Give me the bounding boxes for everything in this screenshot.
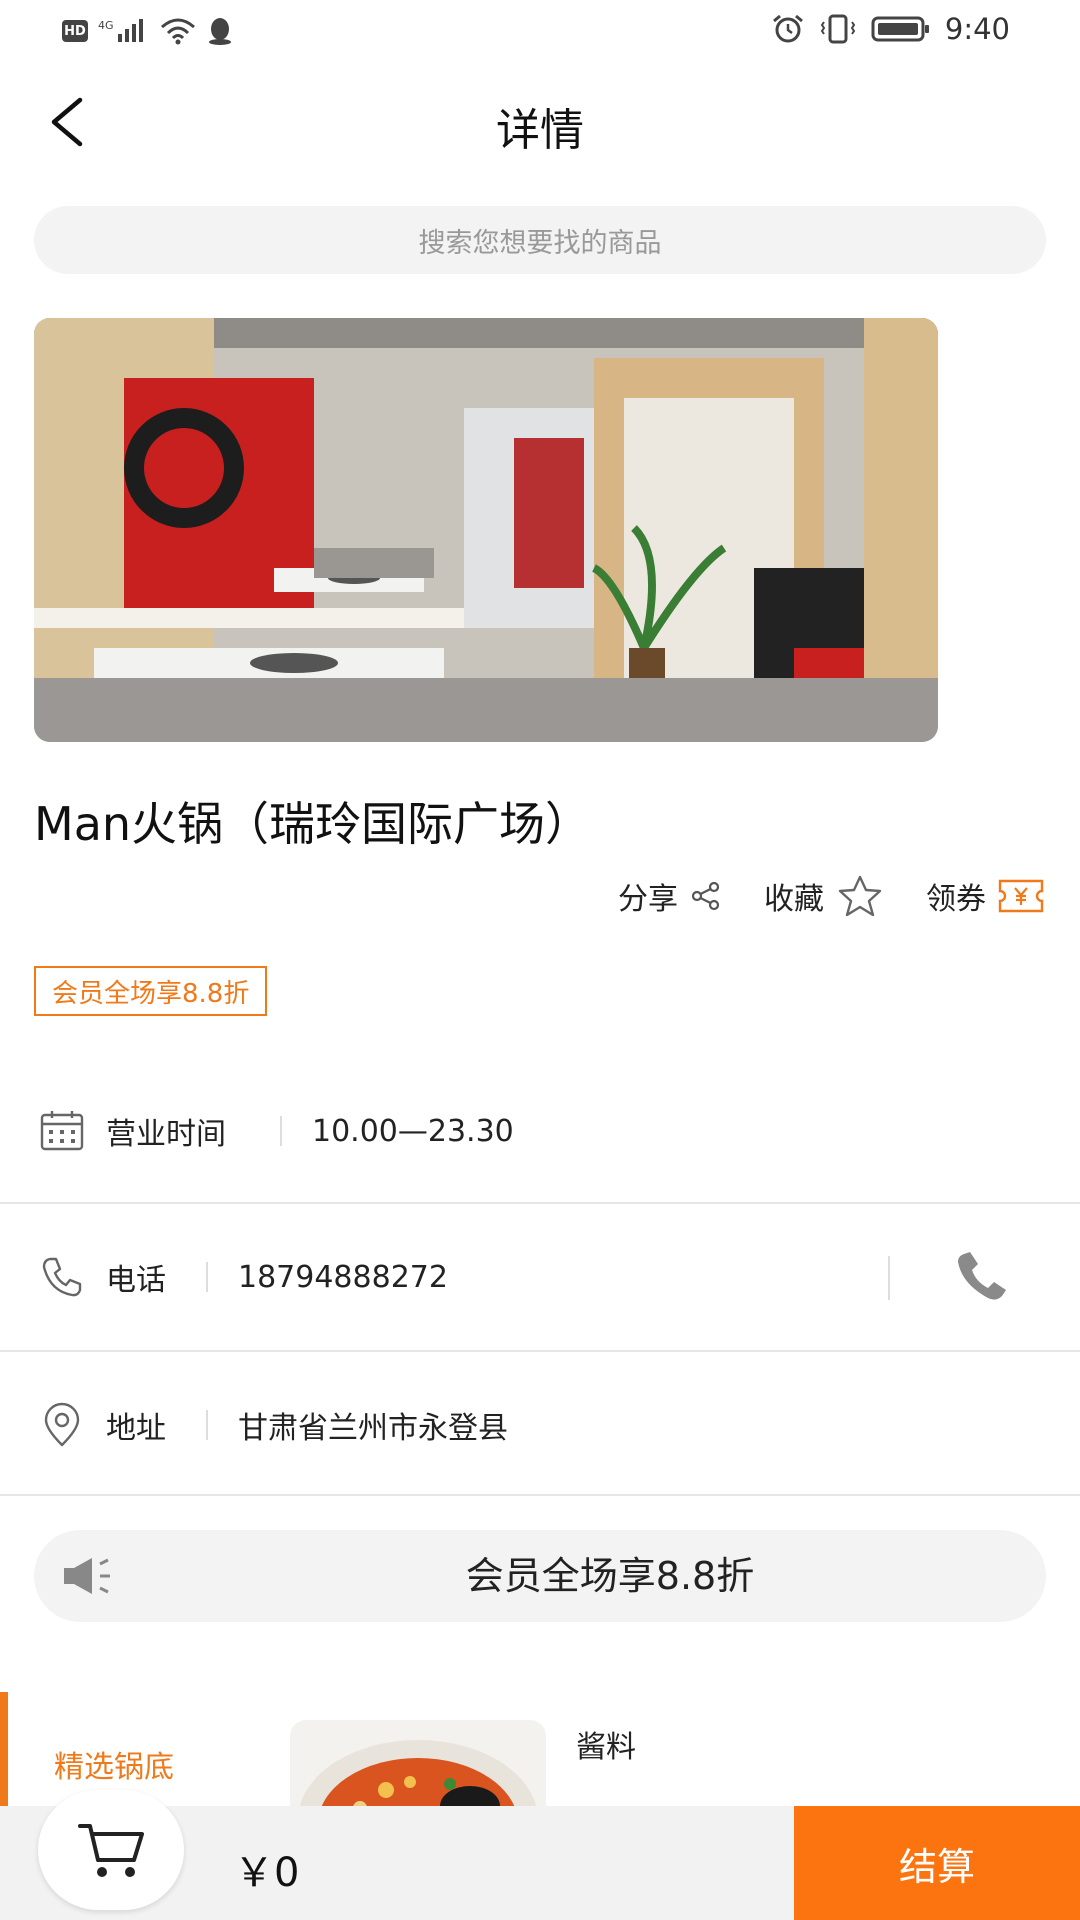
- coupon-label: 领券: [926, 882, 986, 917]
- separator: [888, 1256, 890, 1300]
- shop-photo: [34, 318, 938, 742]
- dish-name: 酱料: [576, 1730, 636, 1765]
- action-row: 分享 收藏 领券: [618, 874, 1044, 918]
- coupon-icon: [998, 879, 1044, 913]
- share-icon: [691, 881, 720, 911]
- address-label: 地址: [106, 1411, 166, 1446]
- phone-row: 电话 18794888272: [0, 1204, 1080, 1350]
- status-left: HD 4G: [62, 16, 234, 46]
- cellular-signal-icon: 4G: [98, 19, 143, 42]
- divider: [0, 1494, 1080, 1496]
- status-right: 9:40: [771, 12, 1010, 46]
- clock: 9:40: [944, 12, 1010, 46]
- favorite-label: 收藏: [764, 882, 824, 917]
- status-bar: HD 4G 9:40: [0, 0, 1080, 62]
- dish-photo: [290, 1720, 546, 1820]
- page-title: 详情: [496, 105, 584, 156]
- member-discount-tag: 会员全场享8.8折: [34, 966, 268, 1016]
- wifi-icon: [161, 18, 195, 45]
- phone-outline-icon: [42, 1257, 82, 1297]
- call-button[interactable]: [950, 1248, 1016, 1308]
- separator: [280, 1116, 282, 1146]
- shop-name: Man火锅（瑞玲国际广场）: [34, 797, 592, 851]
- restaurant-interior-image: [34, 318, 938, 742]
- qq-icon: [209, 18, 231, 45]
- battery-icon: [871, 16, 929, 42]
- category-item-selected[interactable]: 精选锅底: [54, 1742, 174, 1786]
- separator: [206, 1262, 208, 1292]
- share-label: 分享: [618, 882, 678, 917]
- calendar-icon: [40, 1111, 84, 1151]
- business-hours-row: 营业时间 10.00—23.30: [0, 1058, 1080, 1204]
- hd-icon: HD: [62, 20, 88, 42]
- phone-call-icon: [958, 1252, 1006, 1300]
- star-icon: [838, 875, 882, 917]
- location-pin-icon: [44, 1402, 80, 1447]
- favorite-button[interactable]: 收藏: [764, 874, 884, 918]
- separator: [206, 1410, 208, 1440]
- dish-image[interactable]: [290, 1720, 546, 1820]
- cart-button[interactable]: [38, 1790, 184, 1910]
- category-active-indicator: [0, 1692, 8, 1812]
- checkout-button[interactable]: 结算: [794, 1806, 1080, 1920]
- hours-value: 10.00—23.30: [312, 1113, 514, 1149]
- share-button[interactable]: 分享: [618, 874, 722, 918]
- address-row: 地址 甘肃省兰州市永登县: [0, 1352, 1080, 1498]
- nav-bar: 详情: [0, 62, 1080, 182]
- phone-value: 18794888272: [238, 1259, 448, 1295]
- alarm-icon: [772, 14, 803, 43]
- cart-icon: [78, 1824, 144, 1877]
- search-input[interactable]: 搜索您想要找的商品: [34, 206, 1046, 274]
- search-placeholder: 搜索您想要找的商品: [418, 227, 662, 259]
- announcement-text: 会员全场享8.8折: [465, 1554, 755, 1598]
- svg-text:4G: 4G: [98, 19, 114, 32]
- cart-total: ￥0: [234, 1850, 300, 1896]
- announcement-banner: 会员全场享8.8折: [34, 1530, 1046, 1622]
- phone-label: 电话: [106, 1263, 166, 1298]
- coupon-button[interactable]: 领券: [926, 874, 1044, 918]
- address-value: 甘肃省兰州市永登县: [238, 1411, 508, 1446]
- hours-label: 营业时间: [106, 1117, 226, 1152]
- vibrate-icon: [820, 14, 856, 44]
